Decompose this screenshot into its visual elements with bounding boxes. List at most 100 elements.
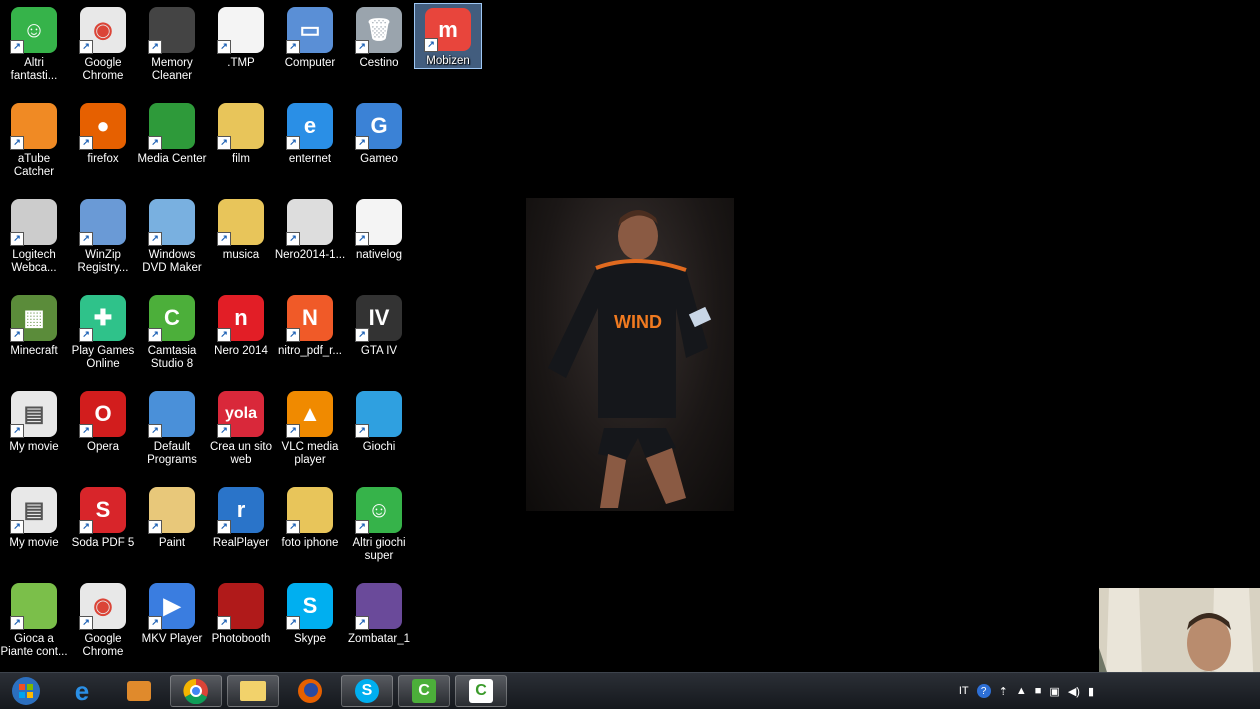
shortcut-arrow-icon: ↗: [286, 232, 300, 246]
show-hidden-icons-icon[interactable]: ▲: [1016, 685, 1027, 697]
realplayer-icon: r ↗: [217, 487, 264, 534]
file-icon: ↗: [355, 199, 402, 246]
computer-icon: ▭ ↗: [286, 7, 333, 54]
desktop-icon-label: Photobooth: [211, 633, 271, 645]
desktop-icon-winzip-registry[interactable]: ↗ WinZip Registry...: [69, 195, 137, 287]
desktop-icon-giochi[interactable]: ↗ Giochi: [345, 387, 413, 479]
desktop-icon-play-games-online[interactable]: ✚ ↗ Play Games Online: [69, 291, 137, 383]
taskbar-toolbox[interactable]: [113, 675, 165, 707]
folder-icon: ↗: [217, 199, 264, 246]
game-icon: ☺ ↗: [10, 7, 57, 54]
taskbar-skype[interactable]: S: [341, 675, 393, 707]
shortcut-arrow-icon: ↗: [355, 424, 369, 438]
plants-zombies-icon: ↗: [10, 583, 57, 630]
desktop-icon-minecraft[interactable]: ▦ ↗ Minecraft: [0, 291, 68, 383]
desktop-icon-altri-giochi-super[interactable]: ☺ ↗ Altri giochi super: [345, 483, 413, 575]
minecraft-icon: ▦ ↗: [10, 295, 57, 342]
desktop-icon-foto-iphone[interactable]: ↗ foto iphone: [276, 483, 344, 575]
desktop-icon-google-chrome[interactable]: ◉ ↗ Google Chrome: [69, 3, 137, 95]
desktop-icon-altri-fantasti[interactable]: ☺ ↗ Altri fantasti...: [0, 3, 68, 95]
desktop-icon-gta-iv[interactable]: IV ↗ GTA IV: [345, 291, 413, 383]
desktop-icon-realplayer[interactable]: r ↗ RealPlayer: [207, 483, 275, 575]
help-icon[interactable]: ?: [976, 684, 991, 698]
desktop-icon-gameo[interactable]: G ↗ Gameo: [345, 99, 413, 191]
firefox-icon: [298, 679, 322, 703]
desktop-icon-nero-2014[interactable]: n ↗ Nero 2014: [207, 291, 275, 383]
desktop-icon-logitech-webca[interactable]: ↗ Logitech Webca...: [0, 195, 68, 287]
recycle-bin-icon: 🗑 ↗: [355, 7, 402, 54]
gamepad-icon: ✚ ↗: [79, 295, 126, 342]
shortcut-arrow-icon: ↗: [10, 520, 24, 534]
desktop-icon-label: Windows DVD Maker: [142, 249, 202, 274]
desktop-icon-label: Zombatar_1: [347, 633, 410, 645]
desktop-icon-nativelog[interactable]: ↗ nativelog: [345, 195, 413, 287]
desktop-icon-musica[interactable]: ↗ musica: [207, 195, 275, 287]
folder-icon: ↗: [217, 103, 264, 150]
desktop-icon-label: Altri giochi super: [352, 537, 406, 562]
taskbar-explorer[interactable]: [227, 675, 279, 707]
desktop-icon-paint[interactable]: ↗ Paint: [138, 483, 206, 575]
opera-icon: O ↗: [79, 391, 126, 438]
desktop-icon-skype[interactable]: S ↗ Skype: [276, 579, 344, 671]
desktop-icon-mkv-player[interactable]: ▶ ↗ MKV Player: [138, 579, 206, 671]
webcam-icon: ↗: [10, 199, 57, 246]
desktop-icon-soda-pdf-5[interactable]: S ↗ Soda PDF 5: [69, 483, 137, 575]
desktop-icon-label: firefox: [87, 153, 119, 165]
shortcut-arrow-icon: ↗: [286, 616, 300, 630]
desktop-icon-nero2014-1[interactable]: ↗ Nero2014-1...: [275, 195, 345, 287]
shortcut-arrow-icon: ↗: [79, 520, 93, 534]
mkv-player-icon: ▶ ↗: [148, 583, 195, 630]
desktop-icon-default-programs[interactable]: ↗ Default Programs: [138, 387, 206, 479]
tray-app-icon[interactable]: ⇡: [999, 685, 1008, 698]
desktop-icon-mobizen[interactable]: m ↗ Mobizen: [414, 3, 482, 69]
shortcut-arrow-icon: ↗: [10, 424, 24, 438]
ie-icon: e: [74, 675, 90, 706]
desktop-icon-cestino[interactable]: 🗑 ↗ Cestino: [345, 3, 413, 95]
desktop-icon-computer[interactable]: ▭ ↗ Computer: [276, 3, 344, 95]
desktop-icon-nitro-pdf-r[interactable]: N ↗ nitro_pdf_r...: [276, 291, 344, 383]
ie-icon: e ↗: [286, 103, 333, 150]
network-icon[interactable]: ▮: [1088, 685, 1094, 698]
desktop-icon-photobooth[interactable]: ↗ Photobooth: [207, 579, 275, 671]
desktop-icon-label: Media Center: [137, 153, 207, 165]
shortcut-arrow-icon: ↗: [286, 520, 300, 534]
desktop-icon-firefox[interactable]: ● ↗ firefox: [69, 99, 137, 191]
taskbar-firefox[interactable]: [284, 675, 336, 707]
desktop-icon-memory-cleaner[interactable]: ↗ Memory Cleaner: [138, 3, 206, 95]
taskbar-camtasia[interactable]: C: [398, 675, 450, 707]
start-button[interactable]: [0, 675, 52, 707]
desktop-icon-my-movie[interactable]: ▤ ↗ My movie: [0, 483, 68, 575]
shortcut-arrow-icon: ↗: [148, 328, 162, 342]
desktop-icon-film[interactable]: ↗ film: [207, 99, 275, 191]
desktop-icon-label: GTA IV: [360, 345, 398, 357]
mobizen-tray-icon[interactable]: ▣: [1049, 685, 1059, 698]
taskbar-ie[interactable]: e: [56, 675, 108, 707]
shortcut-arrow-icon: ↗: [355, 136, 369, 150]
desktop-icon-gioca-a-piante-cont[interactable]: ↗ Gioca a Piante cont...: [0, 579, 68, 671]
windows-flag-icon[interactable]: ■: [1035, 685, 1042, 697]
skype-icon: S: [355, 679, 379, 703]
language-indicator[interactable]: IT: [959, 685, 969, 697]
desktop-icon-atube-catcher[interactable]: ↗ aTube Catcher: [0, 99, 68, 191]
desktop-icon-camtasia-studio-8[interactable]: C ↗ Camtasia Studio 8: [138, 291, 206, 383]
desktop-icon-enternet[interactable]: e ↗ enternet: [276, 99, 344, 191]
desktop-icon-tmp[interactable]: ↗ .TMP: [207, 3, 275, 95]
shortcut-arrow-icon: ↗: [286, 424, 300, 438]
desktop-icon-vlc-media-player[interactable]: ▲ ↗ VLC media player: [276, 387, 344, 479]
desktop-icon-zombatar-1[interactable]: ↗ Zombatar_1: [345, 579, 413, 671]
bigfish-icon: ↗: [355, 391, 402, 438]
desktop-icon-opera[interactable]: O ↗ Opera: [69, 387, 137, 479]
desktop-icon-media-center[interactable]: ↗ Media Center: [137, 99, 207, 191]
shortcut-arrow-icon: ↗: [79, 616, 93, 630]
shortcut-arrow-icon: ↗: [79, 40, 93, 54]
desktop-icon-windows-dvd-maker[interactable]: ↗ Windows DVD Maker: [138, 195, 206, 287]
desktop-icon-my-movie[interactable]: ▤ ↗ My movie: [0, 387, 68, 479]
taskbar-chrome[interactable]: [170, 675, 222, 707]
taskbar-camtasia-recorder[interactable]: C: [455, 675, 507, 707]
toolbox-icon: [127, 681, 151, 701]
desktop-icon-google-chrome[interactable]: ◉ ↗ Google Chrome: [69, 579, 137, 671]
shortcut-arrow-icon: ↗: [217, 328, 231, 342]
desktop-icon-crea-un-sito-web[interactable]: yola ↗ Crea un sito web: [207, 387, 275, 479]
game-icon: ☺ ↗: [355, 487, 402, 534]
volume-icon[interactable]: ◀): [1068, 685, 1080, 698]
